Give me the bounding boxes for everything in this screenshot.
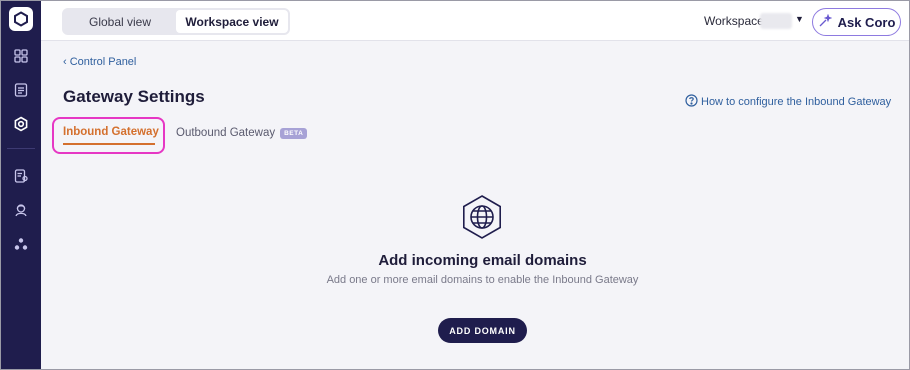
sparkle-wand-icon — [818, 13, 832, 31]
ask-coro-button[interactable]: Ask Coro — [812, 8, 901, 36]
tab-outbound-gateway[interactable]: Outbound Gateway BETA — [176, 127, 308, 139]
coro-logo-icon[interactable] — [9, 7, 33, 31]
beta-badge: BETA — [280, 127, 308, 139]
help-link[interactable]: How to configure the Inbound Gateway — [685, 94, 891, 110]
ask-coro-label: Ask Coro — [837, 14, 896, 30]
workspace-selector-value[interactable] — [760, 13, 792, 29]
add-domain-button[interactable]: ADD DOMAIN — [438, 318, 527, 343]
global-view-button[interactable]: Global view — [64, 10, 176, 33]
page-title: Gateway Settings — [63, 87, 205, 106]
sidebar-divider — [7, 148, 35, 149]
network-nodes-icon[interactable] — [12, 235, 30, 253]
help-link-label: How to configure the Inbound Gateway — [701, 96, 892, 108]
tab-inbound-gateway[interactable]: Inbound Gateway — [63, 126, 159, 138]
caret-down-icon[interactable]: ▼ — [795, 14, 804, 24]
list-document-icon[interactable] — [12, 81, 30, 99]
top-bar: Global view Workspace view Workspace: ▼ … — [41, 1, 909, 41]
tab-outbound-label: Outbound Gateway — [176, 127, 276, 139]
workspace-view-button[interactable]: Workspace view — [176, 10, 288, 33]
globe-icon — [459, 194, 505, 240]
empty-state-title: Add incoming email domains — [378, 252, 587, 269]
report-document-icon[interactable] — [12, 167, 30, 185]
question-circle-icon — [685, 94, 698, 110]
workspace-label: Workspace: — [704, 14, 768, 28]
app-frame: Global view Workspace view Workspace: ▼ … — [0, 0, 910, 370]
breadcrumb-control-panel[interactable]: ‹ Control Panel — [63, 56, 136, 68]
settings-gear-icon[interactable] — [12, 115, 30, 133]
dashboard-grid-icon[interactable] — [12, 47, 30, 65]
empty-state-description: Add one or more email domains to enable … — [326, 274, 639, 286]
support-agent-icon[interactable] — [12, 201, 30, 219]
active-tab-underline — [63, 143, 155, 145]
view-toggle: Global view Workspace view — [62, 8, 290, 35]
sidebar — [1, 1, 41, 369]
